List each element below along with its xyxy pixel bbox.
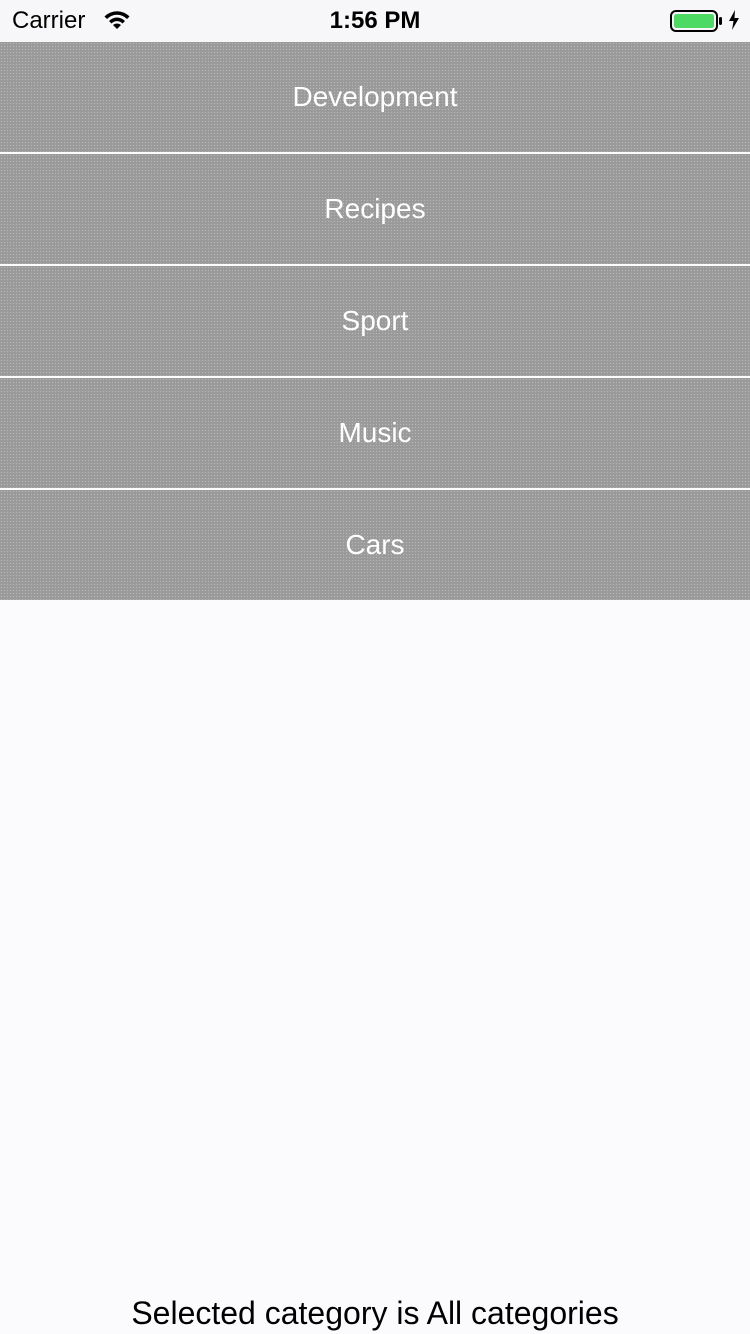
category-item-music[interactable]: Music	[0, 378, 750, 490]
charging-bolt-icon	[729, 10, 739, 30]
selected-category-label: Selected category is All categories	[131, 1295, 619, 1331]
category-item-development[interactable]: Development	[0, 42, 750, 154]
battery-icon	[670, 10, 722, 32]
category-item-sport[interactable]: Sport	[0, 266, 750, 378]
status-bar: Carrier 1:56 PM	[0, 0, 750, 42]
category-item-cars[interactable]: Cars	[0, 490, 750, 600]
status-time: 1:56 PM	[329, 7, 421, 34]
category-list: Development Recipes Sport Music Cars	[0, 42, 750, 600]
category-item-recipes[interactable]: Recipes	[0, 154, 750, 266]
